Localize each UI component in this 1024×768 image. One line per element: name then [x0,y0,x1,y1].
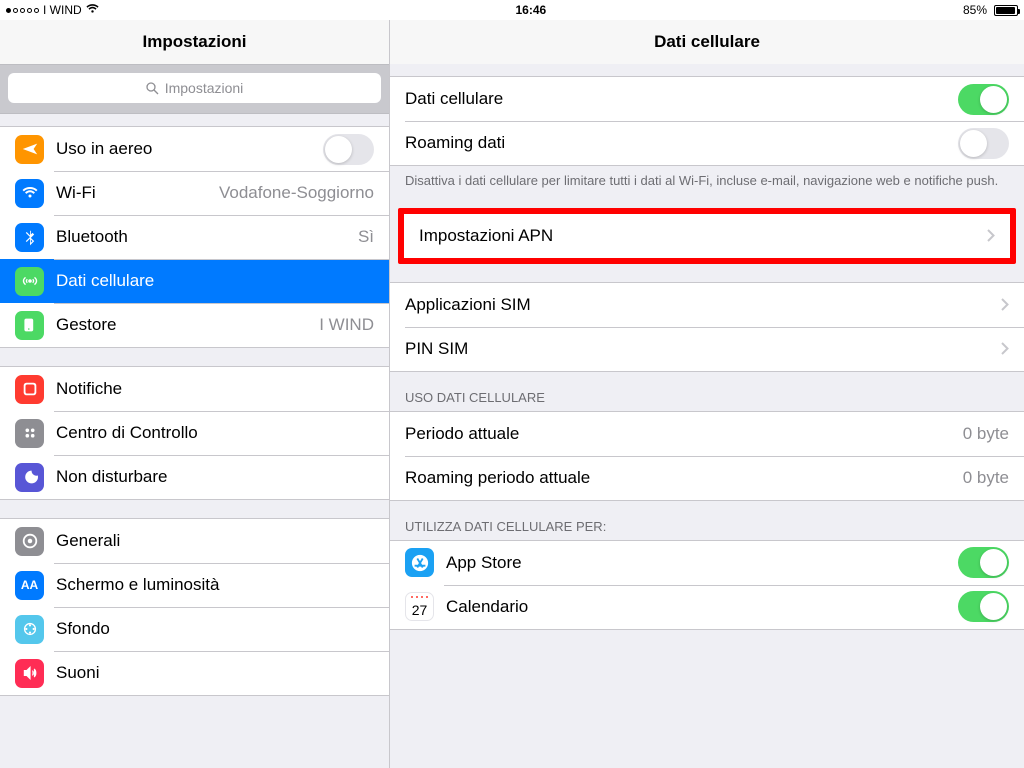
bt-icon [15,223,44,252]
toggle-switch[interactable] [323,134,374,165]
apn-label: Impostazioni APN [419,226,553,246]
sidebar-item-control[interactable]: Centro di Controllo [0,411,389,455]
sidebar-item-label: Suoni [56,663,99,683]
search-wrap: Impostazioni [0,64,389,114]
chevron-right-icon [1001,342,1009,355]
cellular-toggle-row[interactable]: Roaming dati [390,121,1024,165]
sidebar-item-label: Notifiche [56,379,122,399]
row-label: Periodo attuale [405,424,519,444]
sidebar-item-label: Dati cellulare [56,271,154,291]
sidebar-item-bt[interactable]: Bluetooth Sì [0,215,389,259]
sidebar-item-sound[interactable]: Suoni [0,651,389,695]
sidebar-item-label: Centro di Controllo [56,423,198,443]
detail-title: Dati cellulare [390,20,1024,64]
signal-icon [6,8,39,13]
carrier-icon [15,311,44,340]
sidebar-item-label: Gestore [56,315,116,335]
airplane-icon [15,135,44,164]
sidebar-item-wifi[interactable]: Wi-Fi Vodafone-Soggiorno [0,171,389,215]
settings-sidebar: Impostazioni Impostazioni Uso in aereo Wi… [0,20,390,768]
sidebar-item-notif[interactable]: Notifiche [0,367,389,411]
status-right: 85% [963,3,1018,17]
chevron-right-icon [987,229,995,242]
sidebar-item-value: I WIND [319,315,374,335]
row-label: App Store [446,553,522,573]
sidebar-item-label: Sfondo [56,619,110,639]
carrier-label: I WIND [43,3,82,17]
general-icon [15,527,44,556]
sidebar-item-value: Vodafone-Soggiorno [219,183,374,203]
dnd-icon [15,463,44,492]
search-input[interactable]: Impostazioni [8,73,381,103]
sidebar-item-carrier[interactable]: Gestore I WIND [0,303,389,347]
cell-icon [15,267,44,296]
row-value: 0 byte [963,468,1009,488]
sidebar-item-label: Wi-Fi [56,183,96,203]
sidebar-item-wallpaper[interactable]: Sfondo [0,607,389,651]
wifi-status-icon [86,3,99,17]
app-cellular-row[interactable]: 27 Calendario [390,585,1024,629]
sidebar-item-label: Bluetooth [56,227,128,247]
cellular-toggle-row[interactable]: Dati cellulare [390,77,1024,121]
status-time: 16:46 [515,3,546,17]
control-icon [15,419,44,448]
apn-highlight: Impostazioni APN [398,208,1016,264]
display-icon: AA [15,571,44,600]
usage-header: USO DATI CELLULARE [390,372,1024,411]
chevron-right-icon [1001,298,1009,311]
sim-row[interactable]: PIN SIM [390,327,1024,371]
sidebar-item-label: Uso in aereo [56,139,152,159]
toggle-switch[interactable] [958,84,1009,115]
search-icon [146,82,159,95]
wallpaper-icon [15,615,44,644]
toggle-switch[interactable] [958,591,1009,622]
app-cellular-row[interactable]: App Store [390,541,1024,585]
cellular-footer: Disattiva i dati cellulare per limitare … [390,166,1024,190]
status-left: I WIND [6,3,99,17]
sidebar-item-label: Schermo e luminosità [56,575,219,595]
toggle-switch[interactable] [958,547,1009,578]
row-value: 0 byte [963,424,1009,444]
sidebar-item-label: Generali [56,531,120,551]
toggle-switch[interactable] [958,128,1009,159]
usage-row: Roaming periodo attuale 0 byte [390,456,1024,500]
notif-icon [15,375,44,404]
sidebar-title: Impostazioni [0,20,389,64]
detail-pane: Dati cellulare Dati cellulare Roaming dat… [390,20,1024,768]
appstore-icon [405,548,434,577]
battery-icon [991,5,1018,16]
row-label: Roaming periodo attuale [405,468,590,488]
sidebar-item-dnd[interactable]: Non disturbare [0,455,389,499]
row-label: Calendario [446,597,528,617]
sound-icon [15,659,44,688]
sidebar-item-value: Sì [358,227,374,247]
sidebar-item-label: Non disturbare [56,467,168,487]
battery-percent: 85% [963,3,987,17]
usage-row: Periodo attuale 0 byte [390,412,1024,456]
sidebar-item-cell[interactable]: Dati cellulare [0,259,389,303]
row-label: PIN SIM [405,339,468,359]
calendar-icon: 27 [405,592,434,621]
app-header: UTILIZZA DATI CELLULARE PER: [390,501,1024,540]
wifi-icon [15,179,44,208]
sidebar-item-airplane[interactable]: Uso in aereo [0,127,389,171]
sidebar-item-display[interactable]: AA Schermo e luminosità [0,563,389,607]
sim-row[interactable]: Applicazioni SIM [390,283,1024,327]
row-label: Roaming dati [405,133,505,153]
search-placeholder: Impostazioni [165,80,244,96]
apn-settings-row[interactable]: Impostazioni APN [404,214,1010,258]
status-bar: I WIND 16:46 85% [0,0,1024,20]
row-label: Applicazioni SIM [405,295,531,315]
row-label: Dati cellulare [405,89,503,109]
sidebar-item-general[interactable]: Generali [0,519,389,563]
